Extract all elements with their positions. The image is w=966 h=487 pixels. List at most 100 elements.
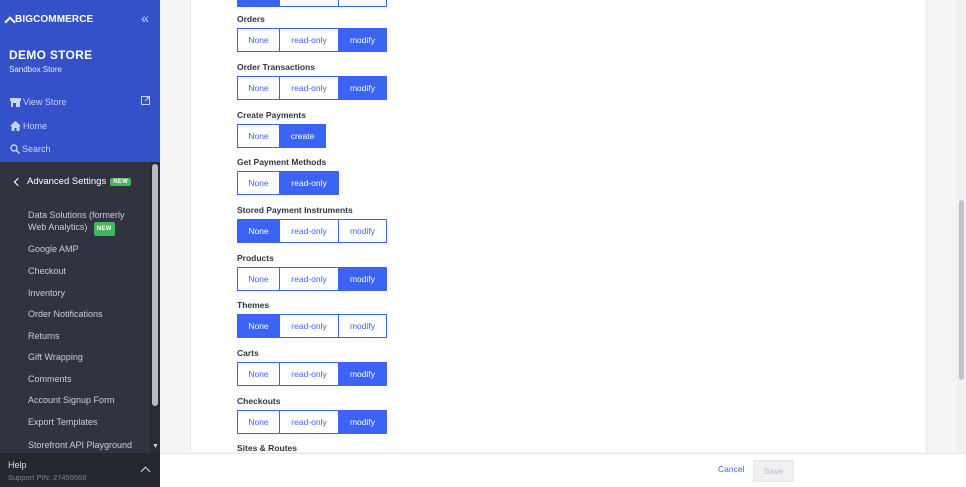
scope-option-none[interactable]: None	[237, 219, 280, 243]
sidebar-link-home[interactable]: Home	[10, 119, 47, 133]
permission-label: Themes	[237, 300, 270, 310]
bigcommerce-logo[interactable]: BIGCOMMERCE	[4, 11, 94, 28]
scope-option-none[interactable]: None	[237, 267, 280, 291]
cancel-button[interactable]: Cancel	[718, 464, 744, 474]
sidebar-link-search[interactable]: Search	[10, 142, 51, 156]
scope-option-create[interactable]: create	[279, 124, 326, 148]
collapse-sidebar-icon[interactable]: «	[138, 11, 152, 25]
store-icon	[10, 97, 21, 107]
nav-item-account-signup-form[interactable]: Account Signup Form	[28, 394, 115, 406]
nav-item-data-solutions[interactable]: Data Solutions (formerly Web Analytics) …	[28, 209, 138, 236]
scope-option-none[interactable]: None	[237, 76, 280, 100]
scope-option-read-only[interactable]: read-only	[279, 314, 339, 338]
sidebar-scrollbar-thumb[interactable]	[152, 164, 158, 406]
scope-selector: None read-only	[237, 171, 339, 195]
permission-row-products: Products None read-only modify	[237, 253, 387, 291]
scope-option-modify[interactable]: modify	[338, 267, 387, 291]
scope-selector: None read-only modify	[237, 28, 387, 52]
permission-row-checkouts: Checkouts None read-only modify	[237, 396, 387, 434]
save-button[interactable]: Save	[753, 460, 794, 482]
scope-option-read-only[interactable]: read-only	[279, 267, 339, 291]
scope-option-modify[interactable]: modify	[338, 314, 387, 338]
nav-item-checkout[interactable]: Checkout	[28, 265, 66, 277]
permission-row-orders: Orders None read-only modify	[237, 14, 387, 52]
logo-text: BIGCOMMERCE	[15, 13, 94, 25]
scope-option-modify[interactable]: modify	[338, 76, 387, 100]
scope-option-modify[interactable]: modify	[338, 219, 387, 243]
scope-option-none[interactable]: None	[237, 124, 280, 148]
permission-label: Sites & Routes	[237, 443, 297, 453]
chevron-left-icon	[13, 177, 23, 186]
permission-row-themes: Themes None read-only modify	[237, 300, 387, 338]
permission-label: Stored Payment Instruments	[237, 205, 353, 215]
main-scrollbar-thumb[interactable]	[959, 200, 964, 380]
external-link-icon[interactable]	[141, 96, 150, 105]
nav-item-inventory[interactable]: Inventory	[28, 287, 65, 299]
sidebar-link-view-store[interactable]: View Store	[10, 95, 66, 109]
scope-option-none[interactable]: None	[237, 314, 280, 338]
permission-row-sites-routes: Sites & Routes	[237, 443, 297, 453]
permission-row-order-transactions: Order Transactions None read-only modify	[237, 62, 387, 100]
scope-option-read-only[interactable]: read-only	[279, 76, 339, 100]
scope-option[interactable]	[237, 0, 280, 7]
sidebar-link-label: View Store	[23, 97, 67, 107]
support-pin: Support PIN: 27459568	[8, 473, 87, 482]
nav-item-google-amp[interactable]: Google AMP	[28, 243, 79, 255]
permission-label: Products	[237, 253, 274, 263]
scope-selector: None read-only modify	[237, 314, 387, 338]
scope-option[interactable]	[338, 0, 387, 7]
store-subtitle: Sandbox Store	[9, 65, 62, 74]
scope-selector: None read-only modify	[237, 267, 387, 291]
new-badge: NEW	[110, 177, 132, 186]
scope-selector: None read-only modify	[237, 362, 387, 386]
scope-option-none[interactable]: None	[237, 410, 280, 434]
scope-selector: None read-only modify	[237, 219, 387, 243]
permission-row-previous	[237, 0, 387, 7]
permission-row-carts: Carts None read-only modify	[237, 348, 387, 386]
nav-item-gift-wrapping[interactable]: Gift Wrapping	[28, 351, 83, 363]
permission-label: Orders	[237, 14, 265, 24]
scope-option-read-only[interactable]: read-only	[279, 28, 339, 52]
sidebar-link-label: Search	[22, 144, 51, 154]
permission-label: Get Payment Methods	[237, 157, 327, 167]
nav-item-storefront-api-playground[interactable]: Storefront API Playground	[28, 439, 132, 451]
scope-option-modify[interactable]: modify	[338, 362, 387, 386]
new-badge: NEW	[93, 222, 115, 236]
scope-option[interactable]	[279, 0, 339, 7]
scope-option-none[interactable]: None	[237, 362, 280, 386]
nav-item-comments[interactable]: Comments	[28, 373, 72, 385]
main-scrollbar[interactable]	[956, 0, 966, 453]
sidebar-scrollbar[interactable]: ▼	[150, 162, 160, 453]
help-title: Help	[8, 460, 27, 470]
nav-item-order-notifications[interactable]: Order Notifications	[28, 308, 103, 320]
home-icon	[10, 121, 21, 131]
scope-option-none[interactable]: None	[237, 171, 280, 195]
permission-label: Create Payments	[237, 110, 306, 120]
scope-option-modify[interactable]: modify	[338, 28, 387, 52]
scroll-down-icon[interactable]: ▼	[152, 443, 159, 451]
scope-option-read-only[interactable]: read-only	[279, 410, 339, 434]
scope-option-modify[interactable]: modify	[338, 410, 387, 434]
permission-label: Checkouts	[237, 396, 281, 406]
permission-row-stored-payment-instruments: Stored Payment Instruments None read-onl…	[237, 205, 387, 243]
advanced-settings-back[interactable]: Advanced Settings NEW	[13, 176, 132, 187]
sidebar: BIGCOMMERCE « DEMO STORE Sandbox Store V…	[0, 0, 160, 487]
permission-row-get-payment-methods: Get Payment Methods None read-only	[237, 157, 339, 195]
app-window: BIGCOMMERCE « DEMO STORE Sandbox Store V…	[0, 0, 966, 487]
scope-option-read-only[interactable]: read-only	[279, 171, 339, 195]
sidebar-link-label: Home	[23, 121, 48, 131]
nav-item-export-templates[interactable]: Export Templates	[28, 416, 97, 428]
scope-option-read-only[interactable]: read-only	[279, 219, 339, 243]
permission-label: Carts	[237, 348, 259, 358]
scope-option-none[interactable]: None	[237, 28, 280, 52]
scope-selector: None create	[237, 124, 326, 148]
scope-option-read-only[interactable]: read-only	[279, 362, 339, 386]
scope-selector: None read-only modify	[237, 76, 387, 100]
nav-item-returns[interactable]: Returns	[28, 330, 60, 342]
permission-label: Order Transactions	[237, 62, 315, 72]
sidebar-header: BIGCOMMERCE « DEMO STORE Sandbox Store V…	[0, 0, 160, 162]
main-content: Orders None read-only modify Order Trans…	[160, 0, 966, 487]
permissions-card: Orders None read-only modify Order Trans…	[190, 0, 927, 453]
action-footer	[160, 453, 966, 487]
permission-row-create-payments: Create Payments None create	[237, 110, 326, 148]
